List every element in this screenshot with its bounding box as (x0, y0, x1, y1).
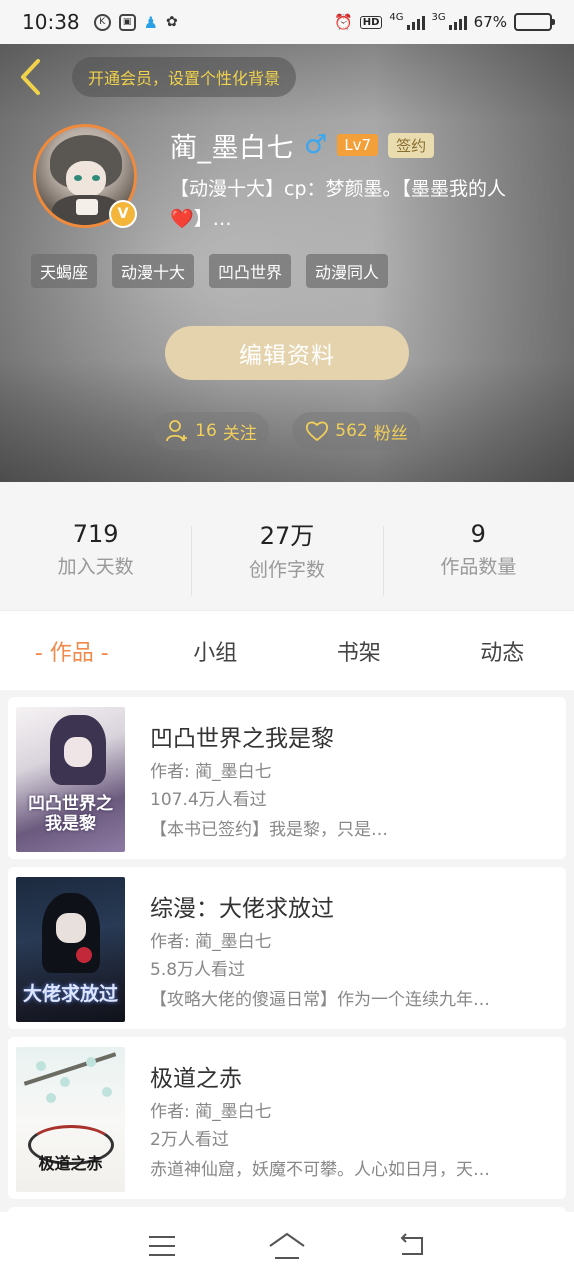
battery-percent: 67% (473, 13, 507, 31)
battery-icon (514, 13, 555, 31)
bio-text-line1: 【动漫十大】cp：梦颜墨。【墨墨我的人 (170, 178, 507, 200)
fans-label: 粉丝 (373, 423, 408, 444)
signal-4g-icon (406, 14, 425, 30)
home-icon (269, 1232, 305, 1259)
fans-button[interactable]: 562 粉丝 (292, 412, 421, 450)
profile-header: 开通会员，设置个性化背景 V 蔺_墨白七 ♂ Lv7 签约 【动漫十大】cp：梦… (0, 0, 574, 482)
cover-title: 大佬求放过 (22, 983, 118, 1005)
tab-groups[interactable]: 小组 (144, 635, 288, 667)
book-card[interactable]: 大佬求放过 综漫：大佬求放过 作者: 蔺_墨白七 5.8万人看过 【攻略大佬的傻… (8, 867, 566, 1029)
stat-works: 9 作品数量 (382, 482, 574, 610)
level-badge[interactable]: Lv7 (337, 134, 379, 156)
cover-title: 凹凸世界之我是黎 (28, 794, 113, 834)
stat-label: 加入天数 (57, 555, 134, 578)
book-cover: 凹凸世界之我是黎 (16, 707, 125, 852)
content-tabs: - 作品 - 小组 书架 动态 (0, 610, 574, 690)
back-nav-button[interactable] (392, 1226, 432, 1266)
book-views: 5.8万人看过 (150, 960, 246, 980)
tag-item[interactable]: 凹凸世界 (209, 254, 292, 288)
signal-3g-icon (448, 14, 467, 30)
bio-text-line2: 】… (193, 208, 232, 230)
book-cover: 极道之赤 (16, 1047, 125, 1192)
heart-emoji: ❤️ (170, 208, 194, 230)
k-app-icon: K (93, 13, 111, 31)
cover-title: 极道之赤 (38, 1154, 103, 1173)
chevron-left-icon (21, 59, 40, 95)
book-description: 赤道神仙窟，妖魔不可攀。人心如日月，天… (150, 1160, 490, 1180)
wechat-icon: ✿ (165, 14, 178, 30)
following-button[interactable]: 16 关注 (153, 412, 269, 450)
verified-badge: V (109, 200, 137, 228)
back-arrow-icon (400, 1233, 423, 1255)
status-notification-icons: K ▣ ♟ ✿ (93, 12, 178, 32)
alarm-icon: ⏰ (334, 13, 353, 31)
name-row: 蔺_墨白七 ♂ Lv7 签约 (170, 127, 435, 164)
book-cover: 大佬求放过 (16, 877, 125, 1022)
tab-activity[interactable]: 动态 (431, 635, 574, 667)
book-views: 107.4万人看过 (150, 790, 267, 810)
stat-value: 9 (470, 519, 486, 548)
stat-value: 27万 (259, 522, 315, 550)
vip-background-banner[interactable]: 开通会员，设置个性化背景 (72, 57, 297, 97)
stat-label: 创作字数 (248, 559, 325, 581)
book-title: 综漫：大佬求放过 (150, 896, 334, 922)
status-bar: 10:38 K ▣ ♟ ✿ ⏰ HD 4G 3G 67% (0, 0, 574, 44)
gallery-app-icon: ▣ (118, 13, 136, 31)
hd-icon: HD (359, 15, 383, 29)
network-4g-label: 4G (389, 11, 404, 23)
book-author: 作者: 蔺_墨白七 (150, 762, 272, 782)
signed-badge: 签约 (388, 132, 435, 158)
tag-item[interactable]: 动漫十大 (112, 254, 195, 288)
qq-icon: ♟ (143, 12, 158, 32)
menu-button[interactable] (142, 1226, 182, 1266)
tab-works[interactable]: - 作品 - (0, 635, 144, 667)
user-name: 蔺_墨白七 (170, 132, 294, 164)
stat-value: 719 (72, 519, 119, 548)
avatar[interactable]: V (33, 124, 137, 228)
following-count: 16 (195, 421, 217, 441)
stat-label: 作品数量 (440, 555, 517, 578)
back-button[interactable] (14, 56, 48, 98)
book-card[interactable]: 凹凸世界之我是黎 凹凸世界之我是黎 作者: 蔺_墨白七 107.4万人看过 【本… (8, 697, 566, 859)
user-bio[interactable]: 【动漫十大】cp：梦颜墨。【墨墨我的人 ❤️】… (170, 174, 566, 234)
book-views: 2万人看过 (150, 1130, 229, 1150)
tag-item[interactable]: 天蝎座 (31, 254, 98, 288)
user-tags: 天蝎座 动漫十大 凹凸世界 动漫同人 (31, 254, 389, 288)
book-description: 【本书已签约】我是黎，只是… (150, 820, 388, 840)
stat-days: 719 加入天数 (0, 482, 191, 610)
following-label: 关注 (222, 423, 257, 444)
home-button[interactable] (267, 1226, 307, 1266)
edit-profile-button[interactable]: 编辑资料 (165, 326, 409, 380)
menu-icon (149, 1236, 176, 1256)
book-description: 【攻略大佬的傻逼日常】作为一个连续九年… (150, 990, 490, 1010)
status-system-icons: ⏰ HD 4G 3G 67% (334, 11, 555, 31)
network-3g-label: 3G (431, 11, 446, 23)
book-list: 凹凸世界之我是黎 凹凸世界之我是黎 作者: 蔺_墨白七 107.4万人看过 【本… (8, 697, 566, 1280)
heart-outline-icon (306, 421, 329, 442)
system-nav-bar (0, 1212, 574, 1280)
fans-count: 562 (335, 421, 368, 441)
book-author: 作者: 蔺_墨白七 (150, 1102, 272, 1122)
book-author: 作者: 蔺_墨白七 (150, 932, 272, 952)
status-time: 10:38 (22, 10, 80, 34)
stats-bar: 719 加入天数 27万 创作字数 9 作品数量 (0, 482, 574, 610)
male-icon: ♂ (304, 130, 328, 160)
book-card[interactable]: 极道之赤 极道之赤 作者: 蔺_墨白七 2万人看过 赤道神仙窟，妖魔不可攀。人心… (8, 1037, 566, 1199)
stat-words: 27万 创作字数 (191, 482, 382, 610)
tab-bookshelf[interactable]: 书架 (287, 635, 431, 667)
book-title: 极道之赤 (150, 1066, 242, 1092)
user-add-icon (166, 420, 188, 442)
tag-item[interactable]: 动漫同人 (306, 254, 389, 288)
book-title: 凹凸世界之我是黎 (150, 726, 334, 752)
